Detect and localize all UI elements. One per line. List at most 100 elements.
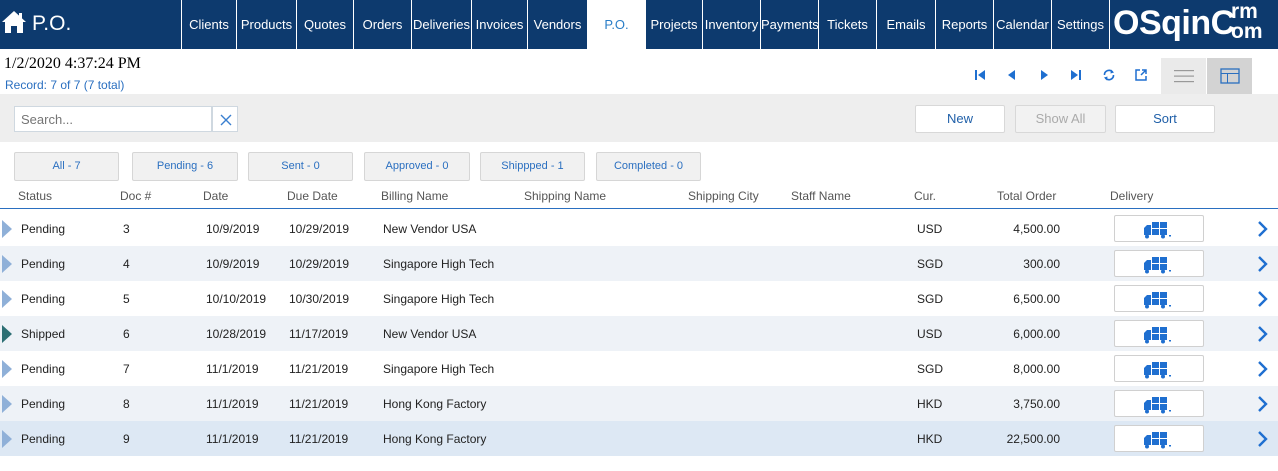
column-header-status[interactable]: Status — [18, 189, 52, 203]
delivery-button[interactable] — [1114, 390, 1204, 417]
delivery-button[interactable] — [1114, 320, 1204, 347]
previous-button[interactable] — [1003, 66, 1021, 84]
cell-currency: USD — [917, 222, 943, 236]
nav-tab-invoices[interactable]: Invoices — [471, 0, 527, 49]
filter-approved[interactable]: Approved - 0 — [364, 152, 470, 181]
cell-doc: 5 — [123, 292, 130, 306]
nav-tab-vendors[interactable]: Vendors — [527, 0, 587, 49]
nav-tab-po[interactable]: P.O. — [587, 0, 645, 49]
nav-tab-projects[interactable]: Projects — [645, 0, 702, 49]
row-open-button[interactable] — [1256, 220, 1270, 238]
column-header-shipping-city[interactable]: Shipping City — [688, 189, 759, 203]
cell-due-date: 11/21/2019 — [289, 397, 349, 411]
table-row[interactable]: Pending 4 10/9/2019 10/29/2019 Singapore Hig… — [0, 246, 1278, 281]
cell-currency: SGD — [917, 257, 944, 271]
table-row[interactable]: Pending 7 11/1/2019 11/21/2019 Singapore Hig… — [0, 351, 1278, 386]
new-button[interactable]: New — [915, 105, 1005, 133]
list-view-tab[interactable] — [1161, 58, 1206, 94]
cell-status: Pending — [21, 432, 66, 446]
nav-tab-quotes[interactable]: Quotes — [296, 0, 353, 49]
table-row[interactable]: Pending 9 11/1/2019 11/21/2019 Hong Kong Fac… — [0, 421, 1278, 456]
row-open-button[interactable] — [1256, 360, 1270, 378]
next-button[interactable] — [1035, 66, 1053, 84]
nav-tab-clients[interactable]: Clients — [181, 0, 236, 49]
last-page-button[interactable] — [1067, 66, 1085, 84]
filter-all[interactable]: All - 7 — [14, 152, 119, 181]
column-header-shipping-name[interactable]: Shipping Name — [524, 189, 606, 203]
cell-date: 11/1/2019 — [206, 432, 259, 446]
column-header-delivery[interactable]: Delivery — [1110, 189, 1153, 203]
nav-tab-inventory[interactable]: Inventory — [702, 0, 760, 49]
home-icon — [2, 11, 26, 33]
column-header-billing-name[interactable]: Billing Name — [381, 189, 448, 203]
cell-doc: 7 — [123, 362, 130, 376]
refresh-button[interactable] — [1100, 66, 1118, 84]
nav-tab-deliveries[interactable]: Deliveries — [411, 0, 471, 49]
filter-sent[interactable]: Sent - 0 — [248, 152, 353, 181]
top-nav-bar: P.O. Clients Products Quotes Orders Deli… — [0, 0, 1278, 49]
nav-tab-emails[interactable]: Emails — [876, 0, 935, 49]
sort-button[interactable]: Sort — [1115, 105, 1215, 133]
home-button[interactable] — [0, 0, 28, 49]
delivery-button[interactable] — [1114, 425, 1204, 452]
cell-doc: 6 — [123, 327, 130, 341]
row-open-button[interactable] — [1256, 255, 1270, 273]
header-divider — [0, 208, 1278, 209]
column-header-date[interactable]: Date — [203, 189, 228, 203]
nav-tab-tickets[interactable]: Tickets — [818, 0, 876, 49]
search-input[interactable] — [14, 106, 212, 132]
cell-due-date: 11/17/2019 — [289, 327, 349, 341]
row-status-marker — [2, 220, 12, 238]
chevron-right-icon — [1258, 431, 1268, 447]
filter-pending[interactable]: Pending - 6 — [132, 152, 238, 181]
first-page-button[interactable] — [971, 66, 989, 84]
logo-sub-text: om — [1231, 20, 1263, 43]
delivery-button[interactable] — [1114, 285, 1204, 312]
cell-total-order: 4,500.00 — [1013, 222, 1060, 236]
column-header-total-order[interactable]: Total Order — [997, 189, 1056, 203]
search-clear-button[interactable] — [212, 106, 238, 132]
nav-tab-reports[interactable]: Reports — [935, 0, 993, 49]
delivery-truck-icon — [1144, 222, 1171, 239]
open-external-button[interactable] — [1132, 66, 1150, 84]
row-status-marker — [2, 395, 12, 413]
table-row[interactable]: Pending 8 11/1/2019 11/21/2019 Hong Kong Fac… — [0, 386, 1278, 421]
cell-doc: 8 — [123, 397, 130, 411]
cell-billing-name: Singapore High Tech — [383, 362, 495, 376]
delivery-button[interactable] — [1114, 215, 1204, 242]
chevron-right-icon — [1258, 256, 1268, 272]
nav-tab-payments[interactable]: Payments — [760, 0, 819, 49]
column-header-staff-name[interactable]: Staff Name — [791, 189, 851, 203]
cell-total-order: 6,500.00 — [1013, 292, 1060, 306]
cell-currency: SGD — [917, 362, 944, 376]
filter-completed[interactable]: Completed - 0 — [596, 152, 701, 181]
cell-currency: USD — [917, 327, 943, 341]
table-row[interactable]: Pending 3 10/9/2019 10/29/2019 New Vendor US… — [0, 211, 1278, 246]
delivery-truck-icon — [1144, 292, 1171, 309]
delivery-button[interactable] — [1114, 355, 1204, 382]
cell-date: 10/9/2019 — [206, 222, 260, 236]
nav-tab-calendar[interactable]: Calendar — [993, 0, 1051, 49]
row-open-button[interactable] — [1256, 430, 1270, 448]
cell-currency: HKD — [917, 397, 943, 411]
row-open-button[interactable] — [1256, 290, 1270, 308]
last-page-icon — [1071, 70, 1081, 80]
column-header-currency[interactable]: Cur. — [914, 189, 936, 203]
table-row[interactable]: Shipped 6 10/28/2019 11/17/2019 New Vendor U… — [0, 316, 1278, 351]
delivery-button[interactable] — [1114, 250, 1204, 277]
row-open-button[interactable] — [1256, 395, 1270, 413]
row-open-button[interactable] — [1256, 325, 1270, 343]
grid-view-tab[interactable] — [1207, 58, 1252, 94]
cell-currency: HKD — [917, 432, 943, 446]
nav-tab-products[interactable]: Products — [236, 0, 296, 49]
nav-tab-settings[interactable]: Settings — [1051, 0, 1109, 49]
table-row[interactable]: Pending 5 10/10/2019 10/30/2019 Singapore Hi… — [0, 281, 1278, 316]
filter-shipped[interactable]: Shippped - 1 — [480, 152, 585, 181]
cell-date: 10/9/2019 — [206, 257, 260, 271]
nav-tab-orders[interactable]: Orders — [353, 0, 411, 49]
column-header-doc[interactable]: Doc # — [120, 189, 151, 203]
cell-doc: 4 — [123, 257, 130, 271]
show-all-button[interactable]: Show All — [1015, 105, 1106, 133]
column-header-due-date[interactable]: Due Date — [287, 189, 338, 203]
cell-due-date: 10/29/2019 — [289, 222, 350, 236]
